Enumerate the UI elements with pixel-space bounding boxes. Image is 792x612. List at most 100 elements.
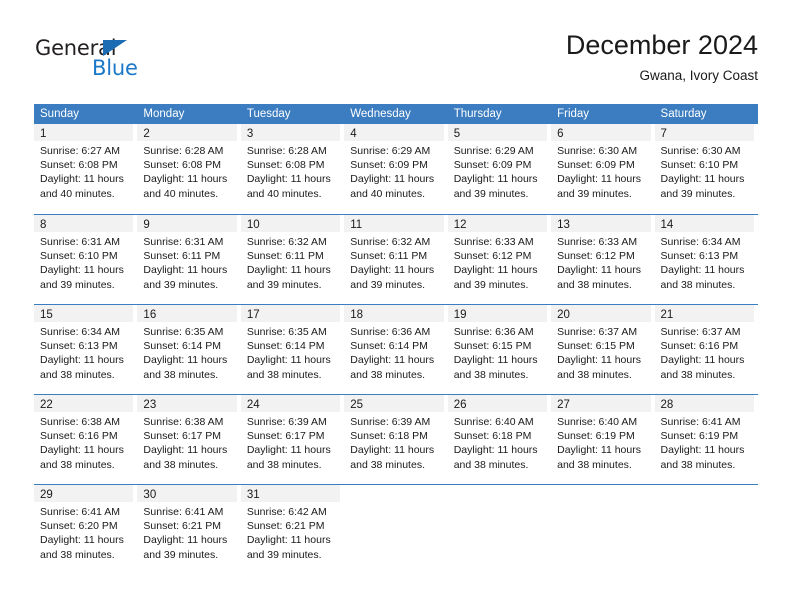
day-cell[interactable]: 20 Sunrise: 6:37 AM Sunset: 6:15 PM Dayl…	[551, 305, 654, 395]
sunrise-text: Sunrise: 6:40 AM	[453, 416, 534, 428]
day-number: 6	[557, 128, 564, 140]
day-details: Sunrise: 6:38 AM Sunset: 6:16 PM Dayligh…	[34, 412, 137, 472]
daylight-text-line2: and 38 minutes.	[40, 458, 115, 471]
day-cell[interactable]: 16 Sunrise: 6:35 AM Sunset: 6:14 PM Dayl…	[137, 305, 240, 395]
daylight-text-line2: and 38 minutes.	[660, 278, 736, 291]
day-cell[interactable]: 24 Sunrise: 6:39 AM Sunset: 6:17 PM Dayl…	[240, 395, 344, 485]
day-cell[interactable]: 14 Sunrise: 6:34 AM Sunset: 6:13 PM Dayl…	[654, 215, 758, 305]
daylight-text-line2: and 40 minutes.	[350, 187, 425, 200]
day-cell[interactable]: 10 Sunrise: 6:32 AM Sunset: 6:11 PM Dayl…	[240, 215, 344, 305]
day-cell[interactable]: 13 Sunrise: 6:33 AM Sunset: 6:12 PM Dayl…	[551, 215, 654, 305]
day-number: 31	[246, 489, 260, 501]
day-cell[interactable]: 1 Sunrise: 6:27 AM Sunset: 6:08 PM Dayli…	[34, 124, 137, 214]
day-cell[interactable]: 18 Sunrise: 6:36 AM Sunset: 6:14 PM Dayl…	[344, 305, 447, 395]
daylight-text-line2: and 39 minutes.	[40, 278, 115, 291]
daylight-text-line1: Daylight: 11 hours	[557, 264, 641, 277]
sunset-text: Sunset: 6:08 PM	[40, 159, 118, 172]
day-number: 9	[143, 219, 150, 231]
sunset-text: Sunset: 6:13 PM	[660, 250, 739, 263]
day-cell[interactable]: 31 Sunrise: 6:42 AM Sunset: 6:21 PM Dayl…	[240, 485, 344, 575]
day-cell[interactable]: 12 Sunrise: 6:33 AM Sunset: 6:12 PM Dayl…	[447, 215, 551, 305]
daylight-text-line1: Daylight: 11 hours	[557, 354, 641, 367]
day-number: 2	[143, 128, 150, 140]
sunrise-text: Sunrise: 6:29 AM	[350, 145, 431, 157]
daylight-text-line1: Daylight: 11 hours	[246, 534, 331, 547]
day-cell[interactable]: 9 Sunrise: 6:31 AM Sunset: 6:11 PM Dayli…	[137, 215, 240, 305]
daylight-text-line1: Daylight: 11 hours	[350, 354, 435, 367]
sunrise-text: Sunrise: 6:40 AM	[557, 416, 638, 428]
day-cell[interactable]: 8 Sunrise: 6:31 AM Sunset: 6:10 PM Dayli…	[34, 215, 137, 305]
day-number-band: 24	[240, 395, 341, 412]
day-number-band: 23	[137, 395, 237, 412]
day-details: Sunrise: 6:33 AM Sunset: 6:12 PM Dayligh…	[448, 232, 551, 292]
day-cell[interactable]: 3 Sunrise: 6:28 AM Sunset: 6:08 PM Dayli…	[240, 124, 344, 214]
day-number-band: 31	[240, 485, 341, 502]
daylight-text-line1: Daylight: 11 hours	[350, 444, 435, 457]
day-cell[interactable]: 27 Sunrise: 6:40 AM Sunset: 6:19 PM Dayl…	[551, 395, 654, 485]
page-subtitle: Gwana, Ivory Coast	[639, 68, 758, 83]
daylight-text-line1: Daylight: 11 hours	[40, 354, 124, 367]
sunrise-text: Sunrise: 6:38 AM	[40, 416, 120, 428]
sunset-text: Sunset: 6:08 PM	[143, 159, 222, 172]
daylight-text-line2: and 39 minutes.	[143, 548, 219, 561]
day-number-band: 1	[34, 124, 134, 141]
day-number: 18	[350, 309, 364, 321]
day-cell[interactable]: 26 Sunrise: 6:40 AM Sunset: 6:18 PM Dayl…	[447, 395, 551, 485]
day-number-band: 21	[654, 305, 754, 322]
sunrise-text: Sunrise: 6:36 AM	[453, 326, 534, 338]
day-details: Sunrise: 6:37 AM Sunset: 6:15 PM Dayligh…	[551, 322, 654, 382]
day-cell[interactable]: 5 Sunrise: 6:29 AM Sunset: 6:09 PM Dayli…	[447, 124, 551, 214]
day-cell[interactable]: 7 Sunrise: 6:30 AM Sunset: 6:10 PM Dayli…	[654, 124, 758, 214]
day-cell[interactable]: 30 Sunrise: 6:41 AM Sunset: 6:21 PM Dayl…	[137, 485, 240, 575]
day-number: 28	[660, 399, 674, 411]
sunset-text: Sunset: 6:16 PM	[40, 430, 118, 443]
sunrise-text: Sunrise: 6:34 AM	[660, 236, 741, 248]
day-details: Sunrise: 6:35 AM Sunset: 6:14 PM Dayligh…	[241, 322, 344, 382]
day-cell[interactable]: 29 Sunrise: 6:41 AM Sunset: 6:20 PM Dayl…	[34, 485, 137, 575]
sunrise-text: Sunrise: 6:29 AM	[453, 145, 534, 157]
daylight-text-line2: and 38 minutes.	[143, 458, 219, 471]
day-cell[interactable]: 22 Sunrise: 6:38 AM Sunset: 6:16 PM Dayl…	[34, 395, 137, 485]
daylight-text-line1: Daylight: 11 hours	[660, 173, 745, 186]
sunset-text: Sunset: 6:18 PM	[453, 430, 532, 443]
day-number-band: 19	[447, 305, 548, 322]
day-cell[interactable]: 21 Sunrise: 6:37 AM Sunset: 6:16 PM Dayl…	[654, 305, 758, 395]
day-details: Sunrise: 6:31 AM Sunset: 6:11 PM Dayligh…	[137, 232, 240, 292]
day-number-band: 10	[240, 215, 341, 232]
day-cell[interactable]: 4 Sunrise: 6:29 AM Sunset: 6:09 PM Dayli…	[344, 124, 447, 214]
day-number-band: 5	[447, 124, 548, 141]
daylight-text-line2: and 39 minutes.	[557, 187, 632, 200]
day-number	[655, 489, 661, 501]
sunrise-text: Sunrise: 6:34 AM	[40, 326, 120, 338]
day-cell[interactable]: 2 Sunrise: 6:28 AM Sunset: 6:08 PM Dayli…	[137, 124, 240, 214]
day-cell[interactable]: 17 Sunrise: 6:35 AM Sunset: 6:14 PM Dayl…	[240, 305, 344, 395]
day-cell[interactable]: 25 Sunrise: 6:39 AM Sunset: 6:18 PM Dayl…	[344, 395, 447, 485]
sunset-text: Sunset: 6:17 PM	[246, 430, 325, 443]
daylight-text-line2: and 38 minutes.	[246, 458, 322, 471]
day-number: 15	[40, 309, 53, 321]
daylight-text-line2: and 38 minutes.	[557, 278, 632, 291]
day-cell[interactable]: 6 Sunrise: 6:30 AM Sunset: 6:09 PM Dayli…	[551, 124, 654, 214]
daylight-text-line1: Daylight: 11 hours	[660, 444, 745, 457]
day-number: 1	[40, 128, 47, 140]
sunset-text: Sunset: 6:09 PM	[453, 159, 532, 172]
day-number-band: 20	[551, 305, 651, 322]
day-cell[interactable]: 11 Sunrise: 6:32 AM Sunset: 6:11 PM Dayl…	[344, 215, 447, 305]
day-cell[interactable]: 23 Sunrise: 6:38 AM Sunset: 6:17 PM Dayl…	[137, 395, 240, 485]
sunset-text: Sunset: 6:14 PM	[143, 340, 222, 353]
day-number: 7	[660, 128, 667, 140]
day-cell[interactable]: 15 Sunrise: 6:34 AM Sunset: 6:13 PM Dayl…	[34, 305, 137, 395]
day-number-band: 28	[654, 395, 754, 412]
sunrise-text: Sunrise: 6:42 AM	[246, 506, 327, 518]
day-cell[interactable]: 19 Sunrise: 6:36 AM Sunset: 6:15 PM Dayl…	[447, 305, 551, 395]
daylight-text-line1: Daylight: 11 hours	[660, 264, 745, 277]
day-cell[interactable]: 28 Sunrise: 6:41 AM Sunset: 6:19 PM Dayl…	[654, 395, 758, 485]
sunrise-text: Sunrise: 6:32 AM	[246, 236, 327, 248]
day-number: 27	[557, 399, 570, 411]
day-number	[551, 489, 557, 501]
day-cell-empty	[448, 485, 551, 575]
daylight-text-line1: Daylight: 11 hours	[246, 264, 331, 277]
day-details: Sunrise: 6:27 AM Sunset: 6:08 PM Dayligh…	[34, 141, 137, 201]
general-blue-logo[interactable]: General Blue	[35, 36, 215, 84]
day-details: Sunrise: 6:42 AM Sunset: 6:21 PM Dayligh…	[241, 502, 344, 562]
